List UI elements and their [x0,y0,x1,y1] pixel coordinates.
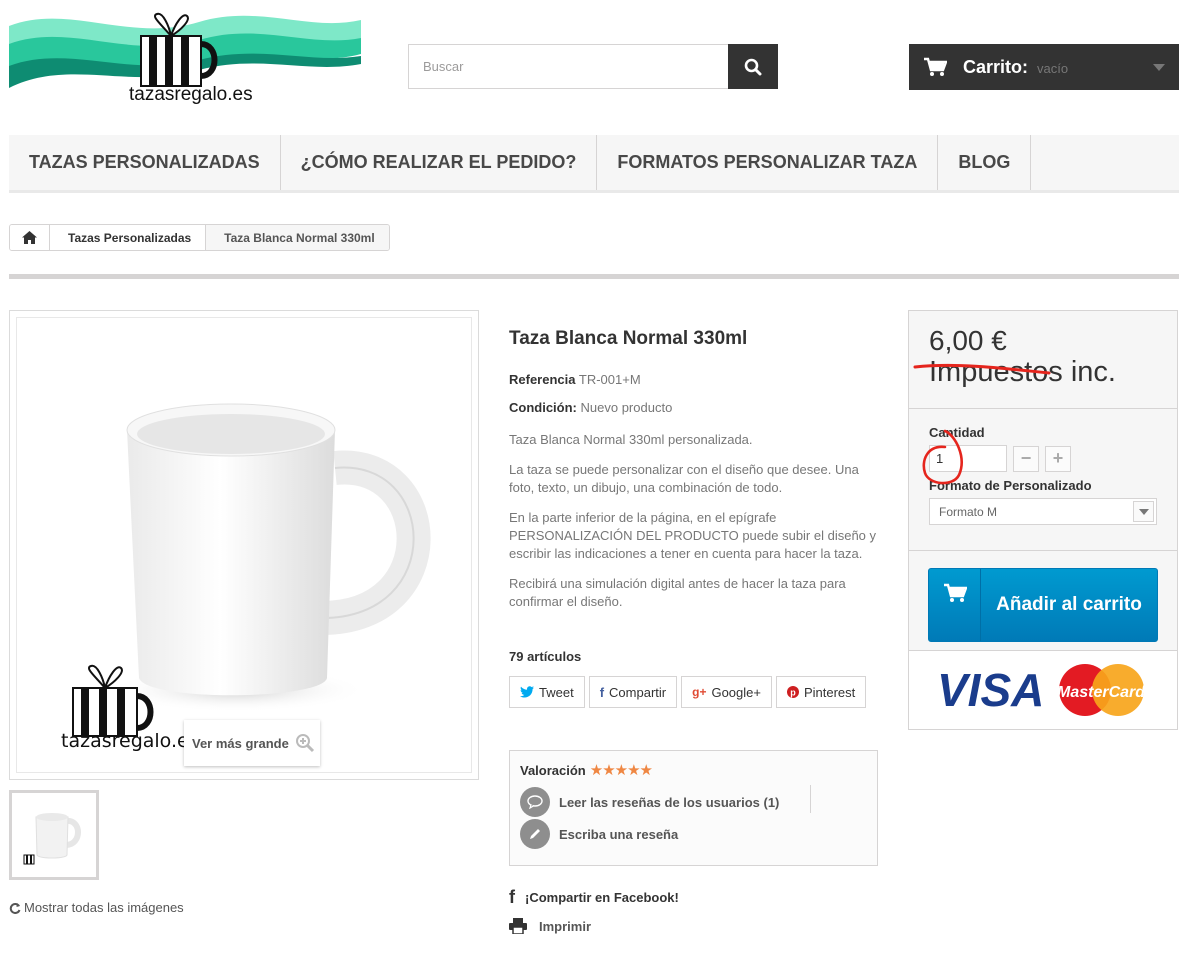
tweet-label: Tweet [539,684,574,700]
red-strike-annotation [913,363,1051,375]
watermark-text: tazasregalo.es [61,730,199,752]
divider [9,274,1179,279]
add-to-cart-button[interactable]: Añadir al carrito [928,568,1158,642]
breadcrumb-home[interactable] [10,225,50,250]
increase-quantity-button[interactable]: + [1045,445,1071,472]
search-button[interactable] [728,44,778,89]
write-review-label: Escriba una reseña [559,826,679,842]
thumbnail[interactable] [9,790,99,880]
search-icon [744,58,762,75]
product-image[interactable]: tazasregalo.es Ver más grande [16,317,472,773]
buy-box: 6,00 € Impuestos inc. Cantidad − + Forma… [908,310,1178,730]
chevron-down-icon [1153,64,1165,71]
pinterest-icon: p [786,686,799,698]
pinterest-button[interactable]: p Pinterest [775,676,867,708]
description-paragraph: En la parte inferior de la página, en el… [509,510,877,561]
mastercard-text: MasterCard [1057,684,1146,701]
mug-thumbnail-image [23,813,81,865]
cart-icon [929,569,981,641]
facebook-share-button[interactable]: f Compartir [588,676,678,708]
chevron-down-icon [1133,501,1154,522]
star-rating: ★★★★★ [589,762,653,779]
refresh-icon [9,902,21,914]
cart-label: Carrito: [963,56,1029,77]
breadcrumb-current: Taza Blanca Normal 330ml [205,225,389,250]
price-box: 6,00 € Impuestos inc. [909,311,1177,409]
svg-text:p: p [790,688,796,698]
menu-item-formatos[interactable]: FORMATOS PERSONALIZAR TAZA [597,135,939,190]
condition-value: Nuevo producto [580,400,673,415]
google-plus-button[interactable]: g+ Google+ [681,676,772,708]
facebook-icon: f [509,887,515,907]
tweet-button[interactable]: Tweet [509,676,585,708]
twitter-icon [520,686,534,698]
facebook-share-link-label: ¡Compartir en Facebook! [525,890,679,905]
printer-icon [509,918,527,934]
read-reviews-link[interactable]: Leer las reseñas de los usuarios (1) [520,787,867,817]
reference-label: Referencia [509,372,576,387]
print-link[interactable]: Imprimir [509,918,591,934]
decrease-quantity-button[interactable]: − [1013,445,1039,472]
facebook-icon: f [599,684,605,700]
product-condition: Condición: Nuevo producto [509,400,881,415]
facebook-share-label: Compartir [609,684,667,700]
home-icon [22,231,37,244]
comment-icon [520,787,550,817]
add-to-cart-box: Añadir al carrito [909,551,1177,651]
menu-item-blog[interactable]: BLOG [938,135,1032,190]
add-to-cart-label: Añadir al carrito [996,594,1142,615]
rating-header: Valoración ★★★★★ [520,761,867,779]
reference-value: TR-001+M [578,372,641,387]
write-review-link[interactable]: Escriba una reseña [520,819,867,849]
divider [810,785,811,813]
description-paragraph: Recibirá una simulación digital antes de… [509,576,846,609]
view-larger-label: Ver más grande [192,735,289,751]
cart-icon [924,57,947,76]
main-menu: TAZAS PERSONALIZADAS ¿CÓMO REALIZAR EL P… [9,135,1179,193]
product-image-box: tazasregalo.es Ver más grande [9,310,479,780]
description-paragraph: La taza se puede personalizar con el dis… [509,462,859,495]
breadcrumb-category[interactable]: Tazas Personalizadas [50,225,206,250]
visa-mastercard-logo: VISA MasterCard [937,664,1146,716]
breadcrumb: Tazas Personalizadas Taza Blanca Normal … [9,224,390,251]
logo-graphic: tazasregalo.es [9,12,361,105]
zoom-in-icon [295,734,314,753]
condition-label: Condición: [509,400,577,415]
cart-button[interactable]: Carrito: vacío [909,44,1179,90]
product-reference: Referencia TR-001+M [509,372,881,387]
facebook-share-link[interactable]: f ¡Compartir en Facebook! [509,887,679,908]
rating-box: Valoración ★★★★★ Leer las reseñas de los… [509,750,878,866]
social-share-buttons: Tweet f Compartir g+ Google+ p Pinterest [509,676,867,708]
read-reviews-label: Leer las reseñas de los usuarios (1) [559,794,780,810]
product-description: Taza Blanca Normal 330ml personalizada. … [509,431,881,611]
format-select[interactable]: Formato M [929,498,1157,525]
description-paragraph: Taza Blanca Normal 330ml personalizada. [509,432,753,447]
rating-label: Valoración [520,762,586,778]
cart-status: vacío [1037,61,1069,76]
print-label: Imprimir [539,918,592,934]
quantity-box: Cantidad − + Formato de Personalizado Fo… [909,409,1177,551]
stock-quantity: 79 artículos [509,649,582,664]
google-plus-icon: g+ [692,685,707,699]
site-logo[interactable]: tazasregalo.es [9,8,361,112]
show-all-images-link[interactable]: Mostrar todas las imágenes [9,900,184,915]
search-bar [408,44,778,89]
format-selected-value: Formato M [939,504,998,519]
watermark-logo: tazasregalo.es [57,656,199,756]
menu-item-como-realizar-pedido[interactable]: ¿CÓMO REALIZAR EL PEDIDO? [281,135,598,190]
product-info: Taza Blanca Normal 330ml Referencia TR-0… [509,328,881,623]
show-all-images-label: Mostrar todas las imágenes [24,900,184,915]
google-plus-label: Google+ [711,684,761,700]
logo-text: tazasregalo.es [129,84,253,105]
view-larger-button[interactable]: Ver más grande [184,720,320,766]
pencil-icon [520,819,550,849]
product-title: Taza Blanca Normal 330ml [509,328,748,349]
visa-text: VISA [937,664,1044,716]
payment-cards: VISA MasterCard [909,651,1177,729]
red-circle-annotation [922,429,963,485]
pinterest-label: Pinterest [803,684,856,700]
search-input[interactable] [408,44,728,89]
menu-item-tazas-personalizadas[interactable]: TAZAS PERSONALIZADAS [9,135,281,190]
